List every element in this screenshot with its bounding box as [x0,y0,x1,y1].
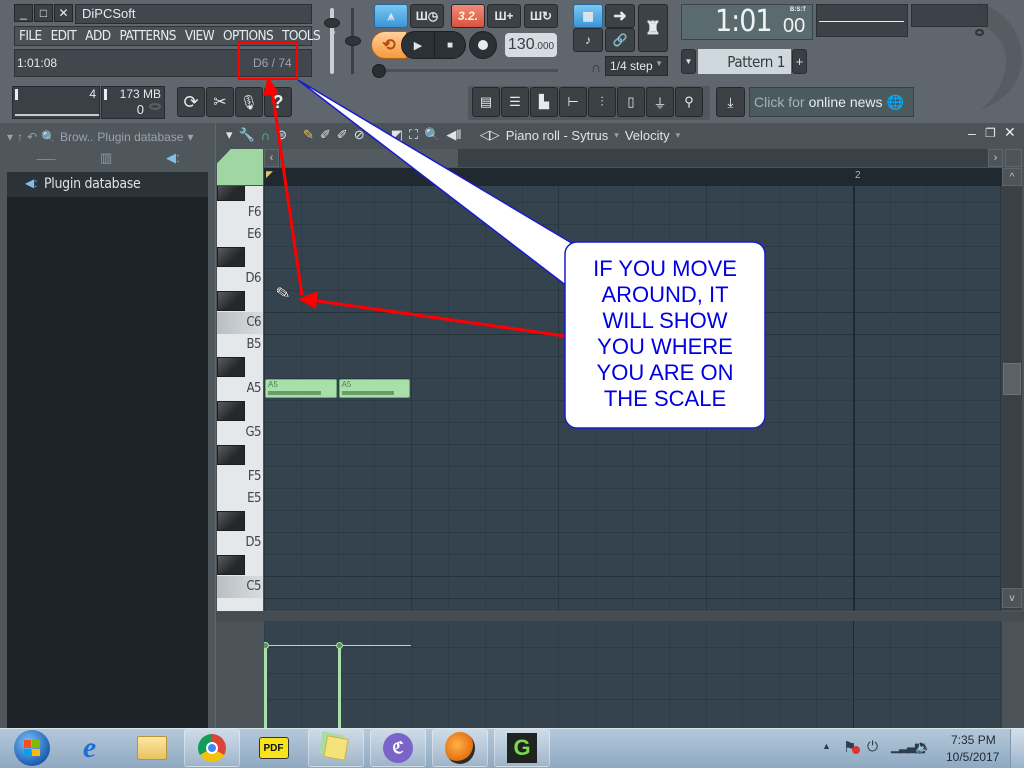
callout-line: THE SCALE [603,386,727,411]
callout-line: YOU ARE ON [596,360,734,385]
taskbar-fl-studio[interactable] [432,729,488,767]
show-hidden-icons-button[interactable]: ▲ [822,741,831,751]
callout-line: IF YOU MOVE [593,256,737,281]
error-badge-icon [852,746,860,754]
windows-logo-icon [13,730,50,766]
callout-tail [297,79,576,292]
clock-time[interactable]: 7:35 PM [951,733,996,747]
taskbar-internet-explorer[interactable]: e [62,729,117,767]
chrome-icon [198,734,226,762]
callout-text: IF YOU MOVE AROUND, IT WILL SHOW YOU WHE… [565,256,765,412]
arrow-up-line [270,89,304,296]
taskbar-sticky-notes[interactable] [308,729,364,767]
callout-line: AROUND, IT [601,282,729,307]
sticky-notes-icon [323,735,349,761]
highlight-box [238,41,298,80]
callout-line: YOU WHERE [597,334,733,359]
power-plug-icon[interactable]: ⏻ [867,738,878,755]
volume-icon[interactable]: 🔈 [915,738,932,755]
show-desktop-button[interactable] [1010,729,1024,768]
taskbar-file-explorer[interactable] [124,729,179,767]
internet-explorer-icon: e [82,731,97,764]
start-button[interactable] [4,729,59,767]
taskbar-bittorrent[interactable]: ℭ [370,729,426,767]
taskbar-chrome[interactable] [184,729,240,767]
pdf-icon: PDF [258,737,289,759]
clock-date[interactable]: 10/5/2017 [946,750,999,764]
annotation-overlay [238,41,766,429]
camtasia-icon: G [507,733,537,763]
fl-studio-window: _ □ ✕ DiPCSoft FILE EDIT ADD PATTERNS VI… [0,0,1024,768]
callout-line: WILL SHOW [602,308,728,333]
bittorrent-icon: ℭ [383,733,413,763]
arrow-left-line [317,299,566,338]
folder-icon [136,736,167,760]
fl-studio-icon [445,732,475,764]
taskbar-camtasia[interactable]: G [494,729,550,767]
taskbar-pdf-reader[interactable]: PDF [246,729,301,767]
